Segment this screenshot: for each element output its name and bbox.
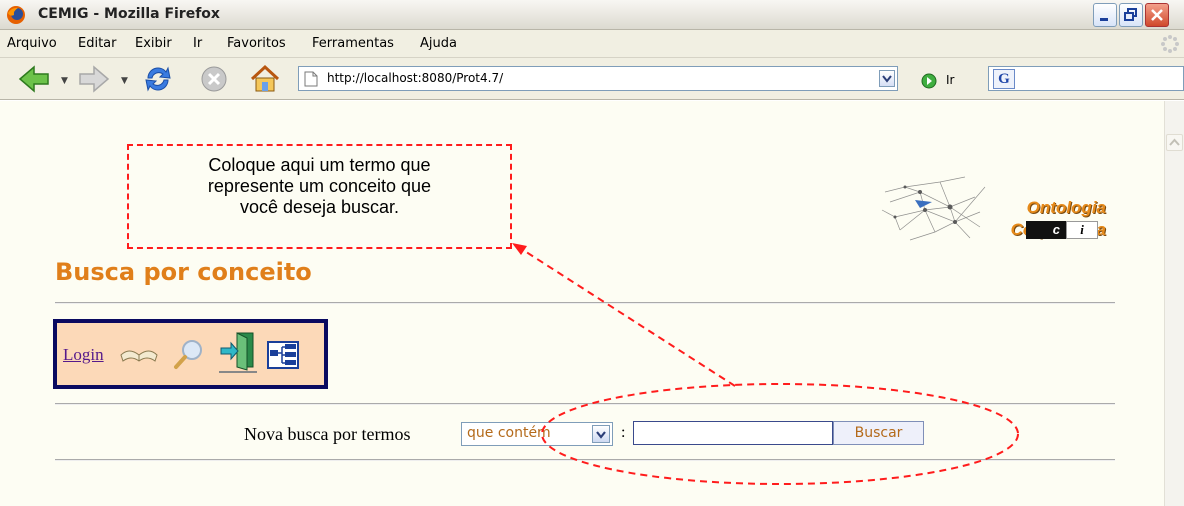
go-icon[interactable] — [921, 73, 937, 89]
go-button-label[interactable]: Ir — [946, 73, 954, 87]
login-link[interactable]: Login — [63, 345, 104, 365]
search-term-input[interactable] — [633, 421, 833, 445]
select-dropdown-button[interactable] — [592, 425, 610, 443]
stop-icon[interactable] — [198, 64, 230, 94]
menu-ir[interactable]: Ir — [193, 36, 202, 51]
colon-separator: : — [621, 424, 626, 441]
toolbox: Login — [53, 319, 328, 389]
home-icon[interactable] — [248, 64, 282, 94]
reload-icon[interactable] — [142, 64, 174, 94]
select-value: que contém — [467, 425, 551, 441]
back-dropdown-icon[interactable]: ▼ — [61, 76, 68, 86]
callout-line: Coloque aqui um termo que — [208, 155, 431, 175]
minimize-button[interactable] — [1093, 3, 1117, 27]
menu-arquivo[interactable]: Arquivo — [7, 36, 57, 51]
page-title: Busca por conceito — [55, 258, 312, 286]
back-arrow-icon[interactable] — [18, 64, 50, 94]
url-history-dropdown[interactable] — [879, 70, 895, 87]
firefox-icon — [7, 6, 25, 24]
annotation-callout: Coloque aqui um termo que represente um … — [127, 144, 512, 249]
search-engine-icon[interactable]: G — [993, 69, 1015, 89]
logo-i: i — [1066, 221, 1098, 239]
menu-favoritos[interactable]: Favoritos — [227, 36, 286, 51]
logo-ci-badge: c i — [1026, 221, 1098, 239]
restore-button[interactable] — [1119, 3, 1143, 27]
menu-bar: Arquivo Editar Exibir Ir Favoritos Ferra… — [0, 30, 1184, 58]
window-title: CEMIG - Mozilla Firefox — [38, 6, 220, 22]
search-label: Nova busca por termos — [244, 424, 411, 444]
divider — [55, 302, 1115, 304]
address-bar[interactable]: http://localhost:8080/Prot4.7/ — [298, 66, 898, 91]
divider — [55, 459, 1115, 461]
logo-text-ontologia: Ontologia — [1026, 198, 1106, 217]
menu-editar[interactable]: Editar — [78, 36, 117, 51]
exit-door-icon[interactable] — [219, 330, 259, 374]
search-bar[interactable]: G — [988, 66, 1184, 91]
buscar-button[interactable]: Buscar — [833, 421, 924, 445]
magnifier-icon[interactable] — [173, 337, 207, 371]
chevron-down-icon — [596, 431, 606, 439]
forward-arrow-icon[interactable] — [78, 64, 110, 94]
window-title-bar: CEMIG - Mozilla Firefox — [0, 0, 1184, 30]
navigation-toolbar: ▼ ▼ http://localhost:8080/Prot4.7/ Ir G — [0, 58, 1184, 100]
close-icon — [1151, 9, 1163, 21]
chevron-down-icon — [882, 75, 892, 83]
menu-exibir[interactable]: Exibir — [135, 36, 172, 51]
callout-line: represente um conceito que — [207, 176, 432, 196]
throbber-icon — [1161, 35, 1179, 53]
book-icon[interactable] — [119, 343, 159, 367]
menu-ajuda[interactable]: Ajuda — [420, 36, 457, 51]
scroll-up-button[interactable] — [1166, 134, 1183, 151]
forward-dropdown-icon[interactable]: ▼ — [121, 76, 128, 86]
tree-view-icon[interactable] — [267, 341, 299, 369]
match-mode-select[interactable]: que contém — [461, 422, 613, 446]
chevron-up-icon — [1169, 138, 1180, 146]
page-icon — [304, 71, 318, 87]
close-button[interactable] — [1145, 3, 1169, 27]
url-text[interactable]: http://localhost:8080/Prot4.7/ — [327, 71, 503, 85]
vertical-scrollbar[interactable] — [1164, 101, 1184, 506]
restore-icon — [1124, 8, 1137, 21]
logo-c: c — [1026, 221, 1066, 239]
minimize-icon — [1100, 18, 1108, 21]
callout-line: você deseja buscar. — [239, 197, 400, 217]
logo-network-graphic — [881, 176, 986, 241]
divider — [55, 403, 1115, 405]
menu-ferramentas[interactable]: Ferramentas — [312, 36, 394, 51]
